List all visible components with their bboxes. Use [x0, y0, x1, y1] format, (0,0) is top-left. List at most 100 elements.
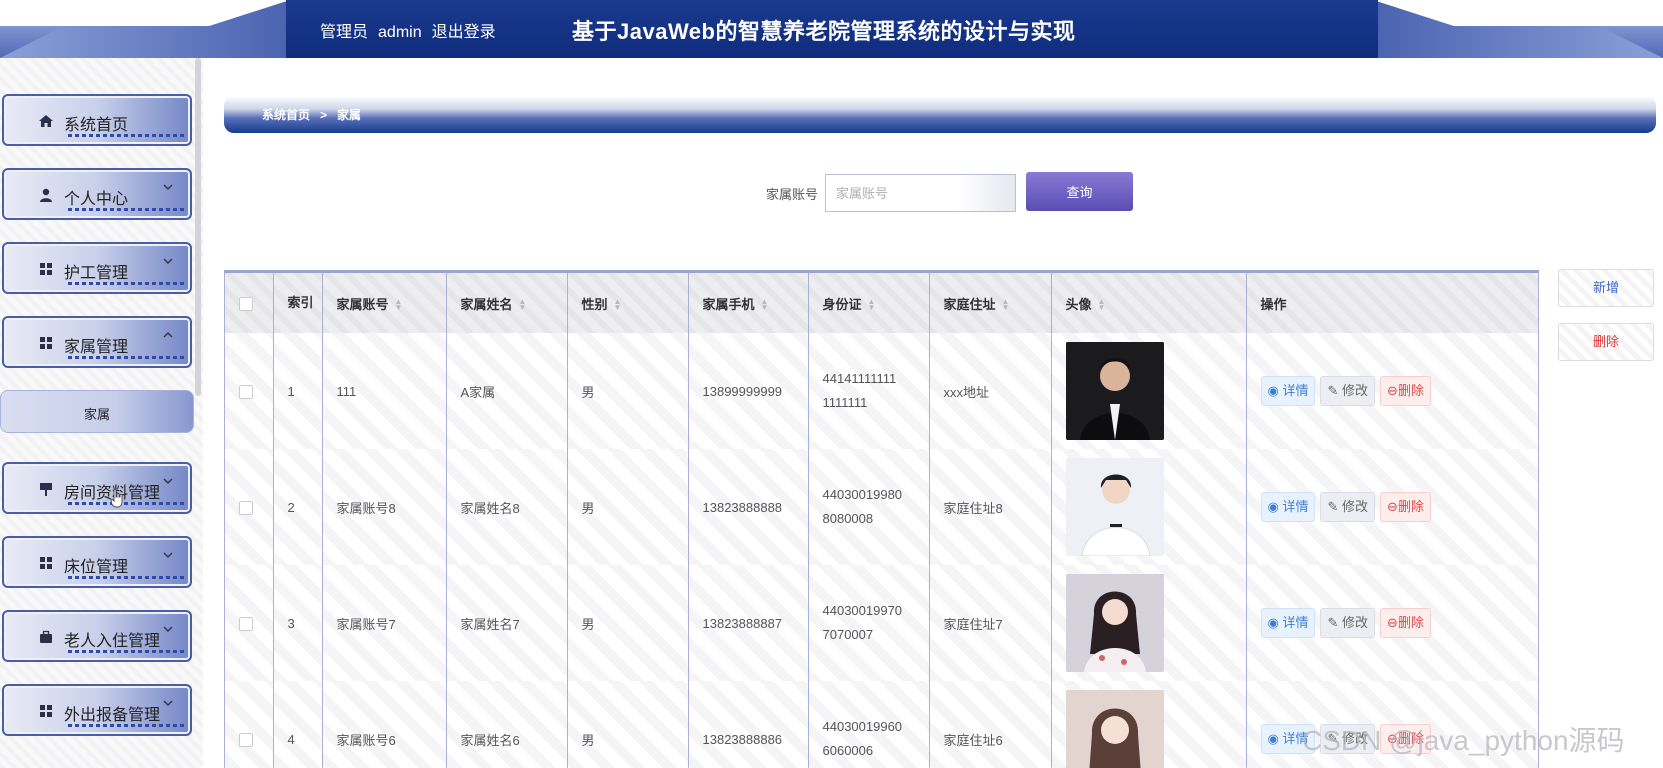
- avatar-image[interactable]: [1065, 690, 1164, 768]
- edit-button[interactable]: ✎ 修改: [1320, 608, 1376, 638]
- username: admin: [378, 24, 422, 41]
- batch-delete-button[interactable]: 删除: [1558, 323, 1654, 361]
- pencil-icon: ✎: [1327, 383, 1339, 398]
- briefcase-icon: [40, 630, 52, 643]
- edit-button[interactable]: ✎ 修改: [1320, 492, 1376, 522]
- breadcrumb-home[interactable]: 系统首页: [262, 108, 310, 122]
- edit-label: 修改: [1342, 383, 1369, 398]
- row-name: A家属: [446, 333, 568, 449]
- sidebar-item-home[interactable]: 系统首页: [2, 94, 192, 146]
- row-index: 3: [273, 565, 323, 681]
- menu-decoration: [68, 208, 186, 211]
- sort-icon[interactable]: ▲ ▼: [761, 298, 769, 312]
- row-idcard: 44030019960 6060006: [808, 681, 930, 768]
- sidebar-item-checkin[interactable]: 老人入住管理: [2, 610, 192, 662]
- select-all-checkbox[interactable]: [239, 296, 253, 311]
- table-row: 2 家属账号8 家属姓名8 男 13823888888 44030019980 8…: [225, 449, 1538, 565]
- idcard-line-2: 8080008: [822, 511, 874, 526]
- account-header[interactable]: 家属账号 ▲ ▼: [322, 273, 447, 333]
- idcard-line-1: 44030019970: [822, 603, 903, 618]
- sidebar-subitem-family[interactable]: 家属: [0, 390, 194, 433]
- signpost-icon: [40, 483, 52, 496]
- watermark: CSDN @java_python源码: [1302, 725, 1625, 756]
- edit-button[interactable]: ✎ 修改: [1320, 376, 1376, 406]
- row-account: 家属账号6: [322, 681, 447, 768]
- delete-button[interactable]: ⊖删除: [1380, 492, 1431, 522]
- idcard-line-2: 1111111: [822, 395, 868, 410]
- sidebar-item-caregivers[interactable]: 护工管理: [2, 242, 192, 294]
- chevron-down-icon: [163, 626, 173, 632]
- minus-circle-icon: ⊖: [1387, 383, 1398, 398]
- row-address: xxx地址: [929, 333, 1052, 449]
- sort-icon[interactable]: ▲ ▼: [519, 298, 527, 312]
- row-index: 1: [273, 333, 323, 449]
- sidebar-item-outing[interactable]: 外出报备管理: [2, 684, 192, 736]
- idcard-line-1: 44030019960: [822, 719, 903, 734]
- row-checkbox[interactable]: [239, 384, 253, 399]
- grid-icon: [40, 557, 52, 569]
- detail-button[interactable]: ◉ 详情: [1260, 376, 1316, 406]
- row-ops: ◉ 详情 ✎ 修改 ⊖删除: [1246, 449, 1538, 565]
- avatar-image[interactable]: [1065, 342, 1164, 440]
- search-button[interactable]: 查询: [1026, 172, 1133, 211]
- avatar-image[interactable]: [1065, 458, 1164, 556]
- row-gender: 男: [567, 449, 689, 565]
- sort-icon[interactable]: ▲ ▼: [868, 298, 876, 312]
- row-avatar-cell: [1051, 565, 1247, 681]
- header-label: 家属手机: [702, 296, 755, 312]
- detail-button[interactable]: ◉ 详情: [1260, 492, 1316, 522]
- sidebar-scrollbar[interactable]: [195, 58, 201, 396]
- gender-header[interactable]: 性别 ▲ ▼: [567, 273, 689, 333]
- delete-label: 删除: [1397, 383, 1424, 398]
- idcard-line-1: 44141111111: [822, 371, 897, 386]
- ops-header: 操作: [1246, 273, 1538, 333]
- delete-button[interactable]: ⊖删除: [1380, 376, 1431, 406]
- phone-header[interactable]: 家属手机 ▲ ▼: [688, 273, 809, 333]
- row-gender: 男: [567, 565, 689, 681]
- top-header: 管理员 admin 退出登录 基于JavaWeb的智慧养老院管理系统的设计与实现: [0, 0, 1663, 58]
- menu-decoration: [68, 650, 186, 653]
- sidebar-item-profile[interactable]: 个人中心: [2, 168, 192, 220]
- sort-icon[interactable]: ▲ ▼: [395, 298, 403, 312]
- row-name: 家属姓名8: [446, 449, 568, 565]
- pencil-icon: ✎: [1327, 499, 1339, 514]
- row-idcard: 44141111111 1111111: [808, 333, 930, 449]
- row-checkbox[interactable]: [239, 616, 253, 631]
- sidebar-item-beds[interactable]: 床位管理: [2, 536, 192, 588]
- idcard-header[interactable]: 身份证 ▲ ▼: [808, 273, 930, 333]
- hand-cursor-icon: [110, 488, 123, 508]
- name-header[interactable]: 家属姓名 ▲ ▼: [446, 273, 568, 333]
- pencil-icon: ✎: [1327, 615, 1339, 630]
- row-avatar-cell: [1051, 333, 1247, 449]
- row-checkbox[interactable]: [239, 500, 253, 515]
- sidebar-item-family[interactable]: 家属管理: [2, 316, 192, 368]
- breadcrumb-current: 家属: [337, 108, 362, 122]
- search-input[interactable]: [825, 174, 1016, 212]
- row-index: 4: [273, 681, 323, 768]
- header-label: 家属账号: [336, 296, 389, 312]
- family-table: 索引 家属账号 ▲ ▼ 家属姓名 ▲ ▼ 性别 ▲ ▼ 家属手机 ▲ ▼ 身份证 ▲ ▼ 家庭住址 ▲…: [224, 270, 1539, 768]
- row-phone: 13823888888: [688, 449, 809, 565]
- address-header[interactable]: 家庭住址 ▲ ▼: [929, 273, 1052, 333]
- chevron-down-icon: [163, 258, 173, 264]
- sort-icon[interactable]: ▲ ▼: [614, 298, 622, 312]
- add-button[interactable]: 新增: [1558, 269, 1654, 307]
- menu-decoration: [68, 576, 186, 579]
- row-avatar-cell: [1051, 681, 1247, 768]
- sort-icon[interactable]: ▲ ▼: [1098, 298, 1106, 312]
- index-header: 索引: [273, 273, 323, 333]
- delete-button[interactable]: ⊖删除: [1380, 608, 1431, 638]
- sort-icon[interactable]: ▲ ▼: [1002, 298, 1010, 312]
- logout-link[interactable]: 退出登录: [432, 24, 496, 41]
- row-checkbox[interactable]: [239, 732, 253, 747]
- avatar-header[interactable]: 头像 ▲ ▼: [1051, 273, 1247, 333]
- menu-decoration: [68, 134, 186, 137]
- avatar-image[interactable]: [1065, 574, 1164, 672]
- detail-button[interactable]: ◉ 详情: [1260, 608, 1316, 638]
- sidebar-item-rooms[interactable]: 房间资料管理: [2, 462, 192, 514]
- eye-icon: ◉: [1267, 731, 1279, 746]
- idcard-line-2: 6060006: [822, 743, 874, 758]
- row-phone: 13899999999: [688, 333, 809, 449]
- sidebar-item-label: 床位管理: [64, 559, 129, 576]
- breadcrumb: 系统首页 > 家属: [224, 96, 1656, 133]
